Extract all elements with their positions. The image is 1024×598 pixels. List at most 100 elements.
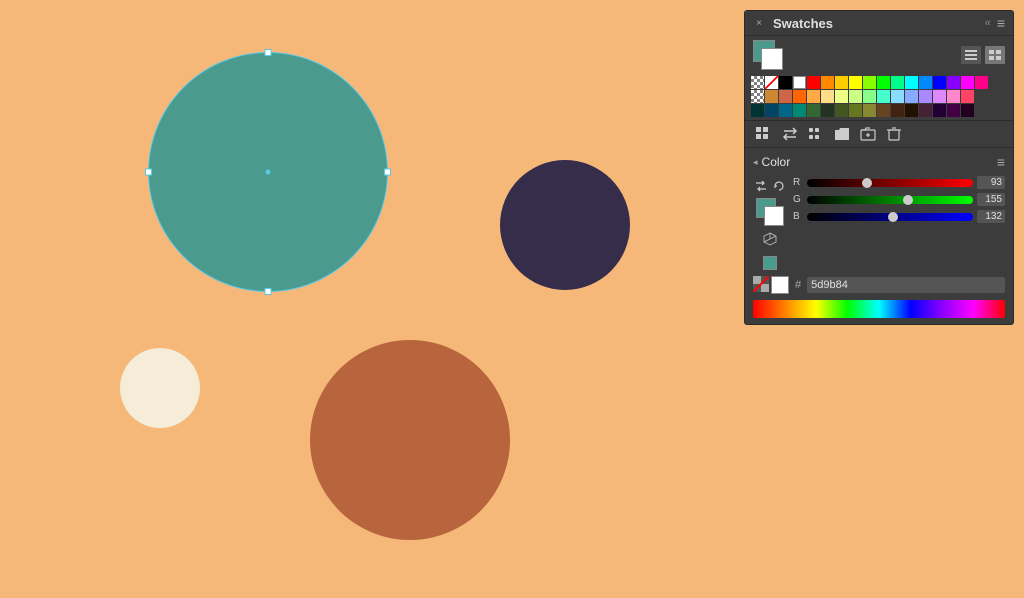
spectrum-bar[interactable] xyxy=(753,300,1005,318)
color-panel: ◂ Color ≡ xyxy=(745,147,1013,324)
swatch-cell[interactable] xyxy=(877,104,890,117)
swatch-cell[interactable] xyxy=(793,76,806,89)
cream-circle[interactable] xyxy=(120,348,200,428)
library-icon[interactable] xyxy=(753,125,775,143)
r-value[interactable]: 93 xyxy=(977,176,1005,189)
purple-circle[interactable] xyxy=(500,160,630,290)
teal-circle[interactable] xyxy=(148,52,388,292)
swatch-cell[interactable] xyxy=(905,90,918,103)
grid-view-button[interactable] xyxy=(985,46,1005,64)
swatch-cell[interactable] xyxy=(849,104,862,117)
g-value[interactable]: 155 xyxy=(977,193,1005,206)
swatch-cell[interactable] xyxy=(835,90,848,103)
hex-input[interactable] xyxy=(807,277,1005,293)
swatch-cell[interactable] xyxy=(961,104,974,117)
swatch-cell[interactable] xyxy=(933,76,946,89)
swatch-cell[interactable] xyxy=(863,90,876,103)
color-panel-header: ◂ Color ≡ xyxy=(753,154,1005,170)
color-swatch-pair[interactable] xyxy=(756,198,784,226)
swatch-cell[interactable] xyxy=(779,104,792,117)
swatch-cell[interactable] xyxy=(961,76,974,89)
swatch-cell[interactable] xyxy=(863,76,876,89)
swatch-cell[interactable] xyxy=(905,76,918,89)
swatch-cell[interactable] xyxy=(933,104,946,117)
swatch-cell[interactable] xyxy=(919,104,932,117)
b-slider-row: B 132 xyxy=(793,210,1005,223)
swatch-preview-box[interactable] xyxy=(753,40,783,70)
cube-icon[interactable] xyxy=(761,230,779,248)
handle-left[interactable] xyxy=(145,169,152,176)
swatch-cell[interactable] xyxy=(779,90,792,103)
swatch-background[interactable] xyxy=(761,48,783,70)
swatch-cell[interactable] xyxy=(849,76,862,89)
swatch-cell[interactable] xyxy=(807,104,820,117)
hex-row: # xyxy=(753,276,1005,294)
g-slider-track[interactable] xyxy=(807,196,973,204)
swatch-cell[interactable] xyxy=(793,90,806,103)
swatch-cell[interactable] xyxy=(807,90,820,103)
swatch-cell[interactable] xyxy=(793,104,806,117)
b-slider-thumb[interactable] xyxy=(888,212,898,222)
hex-checker-swatch[interactable] xyxy=(753,276,769,292)
swatch-cell[interactable] xyxy=(821,76,834,89)
r-slider-thumb[interactable] xyxy=(862,178,872,188)
swatch-cell[interactable] xyxy=(765,90,778,103)
b-slider-track[interactable] xyxy=(807,213,973,221)
color-box-icon[interactable] xyxy=(761,254,779,272)
new-folder-icon[interactable] xyxy=(857,125,879,143)
swatch-cell[interactable] xyxy=(821,90,834,103)
handle-top[interactable] xyxy=(265,49,272,56)
swatch-none-fill2[interactable] xyxy=(751,90,764,103)
sliders-section: R 93 G 155 xyxy=(793,176,1005,227)
swatch-none-fill[interactable] xyxy=(751,76,764,89)
list-view-button[interactable] xyxy=(961,46,981,64)
reset-colors-button[interactable] xyxy=(771,178,787,194)
handle-bottom[interactable] xyxy=(265,288,272,295)
swatch-cell[interactable] xyxy=(947,104,960,117)
swatch-cell[interactable] xyxy=(821,104,834,117)
collapse-double-arrow-icon[interactable]: « xyxy=(985,17,991,29)
swatch-cell[interactable] xyxy=(891,90,904,103)
r-slider-track[interactable] xyxy=(807,179,973,187)
swatch-cell[interactable] xyxy=(779,76,792,89)
swatch-cell[interactable] xyxy=(947,76,960,89)
swatch-cell[interactable] xyxy=(961,90,974,103)
swatch-cell[interactable] xyxy=(835,76,848,89)
swatch-cell[interactable] xyxy=(877,90,890,103)
g-slider-thumb[interactable] xyxy=(903,195,913,205)
b-value[interactable]: 132 xyxy=(977,210,1005,223)
folder-icon[interactable] xyxy=(831,125,853,143)
swap-colors-button[interactable] xyxy=(753,178,769,194)
swatch-cell[interactable] xyxy=(849,90,862,103)
swatch-cell[interactable] xyxy=(807,76,820,89)
color-collapse-icon[interactable]: ◂ xyxy=(753,157,758,168)
b-label: B xyxy=(793,211,803,222)
swatch-cell[interactable] xyxy=(919,90,932,103)
panel-close-button[interactable]: × xyxy=(753,17,765,29)
swatch-cell[interactable] xyxy=(765,104,778,117)
swatch-cell[interactable] xyxy=(905,104,918,117)
delete-icon[interactable] xyxy=(883,125,905,143)
white-swatch-small[interactable] xyxy=(771,276,789,294)
color-icons-column xyxy=(753,176,787,272)
swap-icon[interactable] xyxy=(779,125,801,143)
brown-circle[interactable] xyxy=(310,340,510,540)
panel-menu-button[interactable]: ≡ xyxy=(997,15,1005,31)
swatch-cell[interactable] xyxy=(751,104,764,117)
color-panel-menu-button[interactable]: ≡ xyxy=(997,154,1005,170)
swatch-cell[interactable] xyxy=(891,76,904,89)
swatch-cell[interactable] xyxy=(933,90,946,103)
swatch-none-stroke[interactable] xyxy=(765,76,778,89)
swatch-cell[interactable] xyxy=(947,90,960,103)
handle-right[interactable] xyxy=(384,169,391,176)
panel-header-icons: « ≡ xyxy=(985,15,1005,31)
hex-hash: # xyxy=(795,279,801,291)
grid-small-icon[interactable] xyxy=(805,125,827,143)
swatch-cell[interactable] xyxy=(891,104,904,117)
swatch-cell[interactable] xyxy=(877,76,890,89)
background-color-swatch[interactable] xyxy=(764,206,784,226)
swatch-cell[interactable] xyxy=(975,76,988,89)
swatch-cell[interactable] xyxy=(863,104,876,117)
swatch-cell[interactable] xyxy=(835,104,848,117)
swatch-cell[interactable] xyxy=(919,76,932,89)
